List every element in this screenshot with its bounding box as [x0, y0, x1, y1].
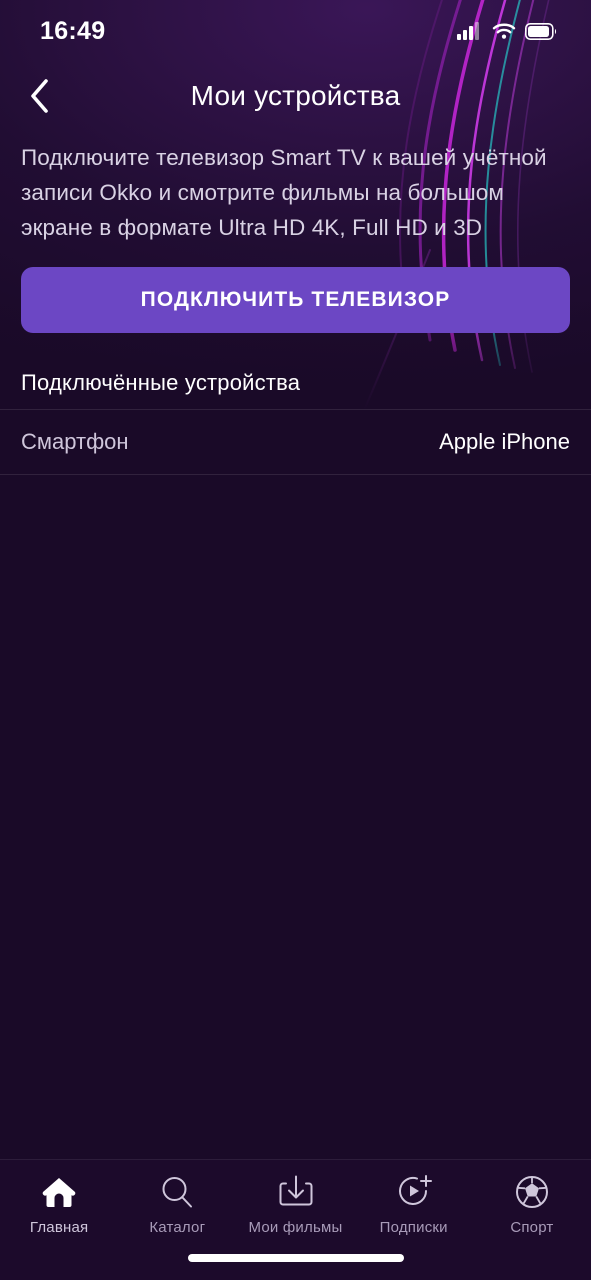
- status-icons: [457, 22, 557, 40]
- tab-label: Подписки: [379, 1219, 448, 1236]
- tab-label: Каталог: [149, 1219, 206, 1236]
- soccer-ball-icon: [514, 1172, 550, 1212]
- device-name: Apple iPhone: [439, 429, 570, 454]
- tab-sport[interactable]: Спорт: [473, 1160, 591, 1236]
- tab-label: Главная: [29, 1219, 89, 1236]
- page-title: Мои устройства: [190, 80, 401, 111]
- tab-my-movies[interactable]: Мои фильмы: [236, 1160, 354, 1236]
- home-icon: [41, 1172, 77, 1212]
- nav-bar: Мои устройства: [0, 62, 591, 130]
- tab-label: Спорт: [510, 1219, 554, 1236]
- promo-description: Подключите телевизор Smart TV к вашей уч…: [21, 145, 547, 240]
- wifi-icon: [492, 23, 516, 39]
- connect-tv-button[interactable]: ПОДКЛЮЧИТЬ ТЕЛЕВИЗОР: [21, 267, 570, 333]
- status-bar: 16:49: [0, 0, 591, 62]
- connected-devices-title: Подключённые устройства: [21, 370, 301, 395]
- connected-devices-list: Смартфон Apple iPhone: [0, 409, 591, 475]
- tab-subscriptions[interactable]: Подписки: [355, 1160, 473, 1236]
- play-plus-icon: [395, 1172, 433, 1212]
- cellular-signal-icon: [457, 22, 479, 40]
- status-time: 16:49: [40, 16, 106, 45]
- home-indicator[interactable]: [187, 1254, 404, 1262]
- battery-icon: [525, 22, 557, 40]
- app-screen: 16:49 Мои устройства Подключите телевизо…: [0, 0, 591, 1280]
- table-row[interactable]: Смартфон Apple iPhone: [0, 409, 591, 475]
- tab-catalog[interactable]: Каталог: [118, 1160, 236, 1236]
- tab-home[interactable]: Главная: [0, 1160, 118, 1236]
- search-icon: [159, 1172, 195, 1212]
- device-type: Смартфон: [21, 429, 129, 454]
- tab-label: Мои фильмы: [248, 1219, 343, 1236]
- download-icon: [278, 1172, 314, 1212]
